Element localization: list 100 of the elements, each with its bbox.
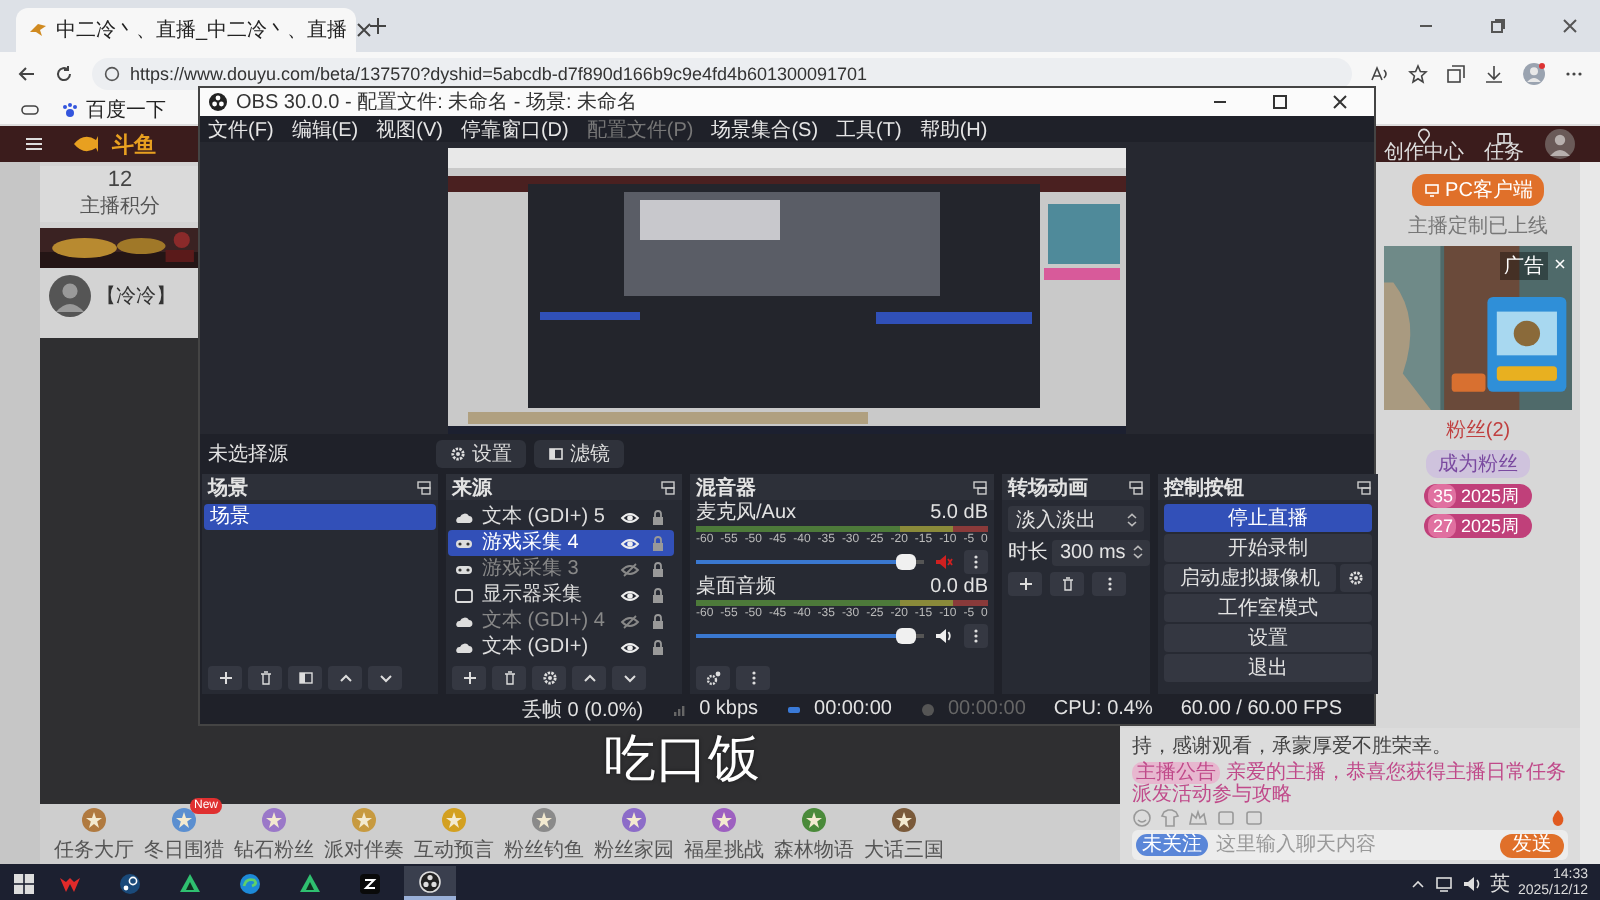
add-button[interactable]	[208, 666, 242, 690]
gift-item[interactable]: 互动预言	[412, 805, 496, 863]
speaker-icon[interactable]	[934, 625, 954, 645]
move-up-button[interactable]	[572, 666, 606, 690]
undock-icon[interactable]	[660, 479, 676, 495]
gift-item[interactable]: 粉丝钓鱼	[502, 805, 586, 863]
info-icon[interactable]	[104, 66, 120, 82]
read-aloud-icon[interactable]	[1370, 64, 1390, 84]
apps-icon[interactable]	[20, 100, 40, 120]
lock-icon[interactable]	[648, 507, 668, 527]
control-button[interactable]: 退出	[1164, 654, 1372, 682]
lock-icon[interactable]	[648, 585, 668, 605]
move-up-button[interactable]	[328, 666, 362, 690]
menu-item[interactable]: 工具(T)	[836, 115, 902, 143]
eye-icon[interactable]	[620, 533, 640, 553]
transition-select[interactable]: 淡入淡出	[1008, 506, 1144, 532]
download-icon[interactable]	[1484, 64, 1504, 84]
lock-icon[interactable]	[648, 637, 668, 657]
control-button[interactable]: 设置	[1164, 624, 1372, 652]
menu-item[interactable]: 停靠窗口(D)	[460, 115, 569, 143]
input-method-indicator[interactable]: 英	[1489, 869, 1510, 897]
menu-item[interactable]: 场景集合(S)	[711, 115, 819, 143]
duration-field[interactable]: 300 ms	[1052, 539, 1150, 565]
gift-item[interactable]: 大话三国	[862, 805, 946, 863]
eye-icon[interactable]	[620, 585, 640, 605]
source-item[interactable]: 显示器采集	[448, 582, 674, 608]
control-button[interactable]: 开始录制	[1164, 534, 1372, 562]
delete-button[interactable]	[1050, 572, 1084, 596]
back-icon[interactable]	[16, 64, 36, 84]
control-button[interactable]: 工作室模式	[1164, 594, 1372, 622]
delete-button[interactable]	[248, 666, 282, 690]
undock-icon[interactable]	[416, 479, 432, 495]
menu-item[interactable]: 编辑(E)	[291, 115, 359, 143]
restore-icon[interactable]	[1488, 16, 1508, 36]
filters-button[interactable]	[288, 666, 322, 690]
source-item[interactable]: 文本 (GDI+) 5	[448, 504, 674, 530]
fans-tab[interactable]: 粉丝(2)	[1445, 416, 1511, 444]
tasks-link[interactable]: 任务	[1484, 127, 1524, 161]
undock-icon[interactable]	[1356, 479, 1372, 495]
windows-start-icon[interactable]	[12, 871, 36, 895]
star-icon[interactable]	[1408, 64, 1428, 84]
gift-item[interactable]: 森林物语	[772, 805, 856, 863]
properties-button[interactable]	[532, 666, 566, 690]
network-icon[interactable]	[1433, 873, 1454, 893]
speaker-icon[interactable]	[1461, 873, 1482, 893]
move-down-button[interactable]	[368, 666, 402, 690]
close-icon[interactable]	[355, 22, 372, 38]
control-button[interactable]: 停止直播	[1164, 504, 1372, 532]
scene-item[interactable]: 场景	[204, 504, 436, 530]
source-item[interactable]: 文本 (GDI+) 4	[448, 608, 674, 634]
reload-icon[interactable]	[54, 64, 74, 84]
add-button[interactable]	[1008, 572, 1042, 596]
channel-menu-button[interactable]	[964, 623, 988, 647]
lock-icon[interactable]	[648, 533, 668, 553]
avatar-icon[interactable]	[1522, 62, 1546, 86]
properties-button[interactable]: 设置	[436, 440, 526, 468]
channel-menu-button[interactable]	[964, 549, 988, 573]
maximize-icon[interactable]	[1270, 92, 1290, 112]
undock-icon[interactable]	[1128, 479, 1144, 495]
menu-item[interactable]: 帮助(H)	[919, 115, 988, 143]
transition-menu-button[interactable]	[1092, 572, 1126, 596]
move-down-button[interactable]	[612, 666, 646, 690]
caret-up-icon[interactable]	[1409, 875, 1426, 891]
collections-icon[interactable]	[1446, 64, 1466, 84]
bookmark[interactable]: 百度一下	[60, 96, 166, 124]
close-icon[interactable]	[1560, 16, 1580, 36]
lock-icon[interactable]	[648, 611, 668, 631]
source-item[interactable]: 文本 (GDI+)	[448, 634, 674, 660]
site-logo[interactable]: 斗鱼	[112, 129, 156, 159]
gift-item[interactable]: 任务大厅	[52, 805, 136, 863]
close-icon[interactable]	[1330, 92, 1350, 112]
gift-item[interactable]: 粉丝家园	[592, 805, 676, 863]
avatar-icon[interactable]	[1544, 128, 1576, 160]
gift-item[interactable]: 福星挑战	[682, 805, 766, 863]
gift-item[interactable]: 钻石粉丝	[232, 805, 316, 863]
source-item[interactable]: 游戏采集 3	[448, 556, 674, 582]
settings-button[interactable]	[1340, 564, 1372, 592]
menu-item[interactable]: 文件(F)	[208, 115, 274, 143]
creator-center-link[interactable]: 创作中心	[1384, 127, 1464, 161]
eye-slash-icon[interactable]	[620, 611, 640, 631]
taskbar-app[interactable]	[404, 866, 456, 900]
eye-icon[interactable]	[620, 637, 640, 657]
add-button[interactable]	[452, 666, 486, 690]
undock-icon[interactable]	[972, 479, 988, 495]
gift-item[interactable]: 派对伴奏	[322, 805, 406, 863]
muted-speaker-icon[interactable]	[934, 551, 954, 571]
eye-slash-icon[interactable]	[620, 559, 640, 579]
source-item[interactable]: 游戏采集 4	[448, 530, 674, 556]
filters-button[interactable]: 滤镜	[534, 440, 624, 468]
menu-icon[interactable]	[24, 134, 44, 154]
control-button[interactable]: 启动虚拟摄像机	[1164, 564, 1336, 592]
lock-icon[interactable]	[648, 559, 668, 579]
advanced-audio-button[interactable]	[696, 666, 730, 690]
eye-icon[interactable]	[620, 507, 640, 527]
delete-button[interactable]	[492, 666, 526, 690]
scrollbar[interactable]	[1580, 162, 1600, 864]
menu-item[interactable]: 视图(V)	[376, 115, 443, 143]
new-tab-icon[interactable]	[368, 16, 388, 36]
flame-icon[interactable]	[1548, 808, 1568, 828]
become-fan-button[interactable]: 成为粉丝	[1426, 450, 1530, 478]
